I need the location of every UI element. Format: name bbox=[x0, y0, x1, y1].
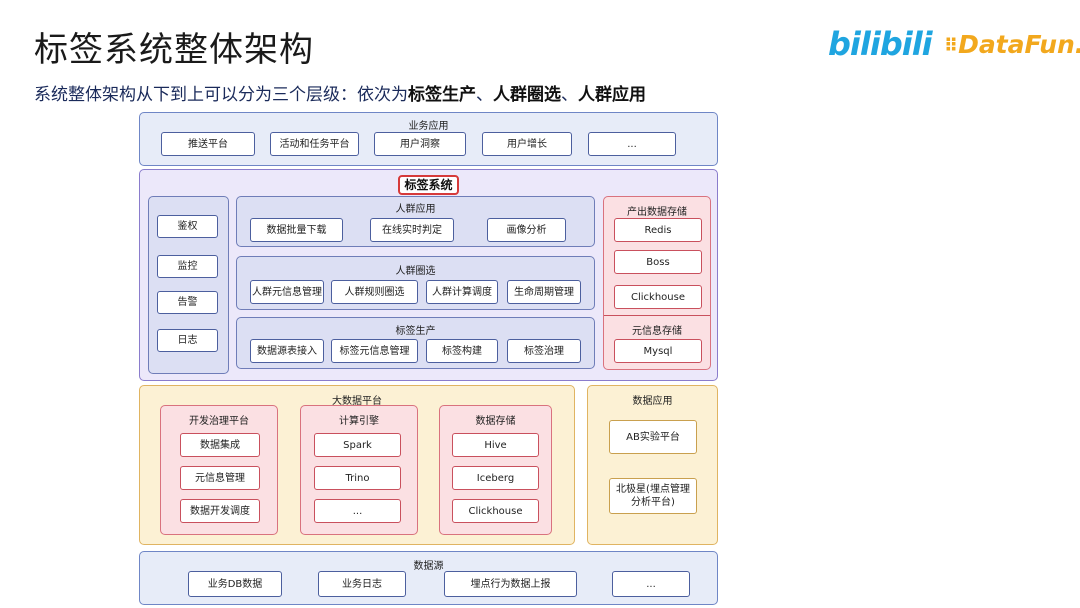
monitor-item[interactable]: 监控 bbox=[157, 255, 218, 278]
dev-item[interactable]: 数据集成 bbox=[180, 433, 260, 457]
data-source-item[interactable]: 业务DB数据 bbox=[188, 571, 282, 597]
biz-app-item[interactable]: 推送平台 bbox=[161, 132, 255, 156]
data-storage-item[interactable]: Iceberg bbox=[452, 466, 539, 490]
biz-app-item[interactable]: 活动和任务平台 bbox=[270, 132, 359, 156]
page-title: 标签系统整体架构 bbox=[34, 30, 314, 70]
tag-prod-title: 标签生产 bbox=[395, 326, 436, 337]
compute-item[interactable]: Trino bbox=[314, 466, 401, 490]
biz-app-item[interactable]: ... bbox=[588, 132, 676, 156]
tag-system-title-wrap: 标签系统 bbox=[139, 174, 718, 195]
biz-app-item[interactable]: 用户洞察 bbox=[374, 132, 466, 156]
crowd-app-item[interactable]: 画像分析 bbox=[487, 218, 566, 242]
data-source-item[interactable]: 业务日志 bbox=[318, 571, 406, 597]
data-source-item[interactable]: 埋点行为数据上报 bbox=[444, 571, 577, 597]
log-item[interactable]: 日志 bbox=[157, 329, 218, 352]
compute-item[interactable]: ... bbox=[314, 499, 401, 523]
crowd-select-title: 人群圈选 bbox=[395, 266, 436, 277]
output-storage-title: 产出数据存储 bbox=[627, 207, 687, 218]
data-source-item[interactable]: ... bbox=[612, 571, 690, 597]
subtitle-sep: 、 bbox=[476, 85, 493, 105]
data-app-title: 数据应用 bbox=[632, 396, 673, 407]
dev-item[interactable]: 元信息管理 bbox=[180, 466, 260, 490]
subtitle-tag-production: 标签生产 bbox=[408, 85, 476, 105]
datafun-dots-icon: ⠿ bbox=[944, 35, 959, 57]
bilibili-logo: bilibili bbox=[828, 25, 933, 63]
output-storage-item[interactable]: Redis bbox=[614, 218, 702, 242]
compute-title: 计算引擎 bbox=[339, 416, 379, 427]
data-app-item[interactable]: 北极星(埋点管理分析平台) bbox=[609, 478, 697, 514]
crowd-app-item[interactable]: 在线实时判定 bbox=[370, 218, 454, 242]
datafun-logo: ⠿DataFun. bbox=[944, 30, 1080, 59]
crowd-select-item[interactable]: 人群计算调度 bbox=[426, 280, 498, 304]
tag-prod-item[interactable]: 标签构建 bbox=[426, 339, 498, 363]
tag-system-title: 标签系统 bbox=[398, 175, 459, 195]
data-storage-title: 数据存储 bbox=[475, 416, 516, 427]
data-source-title: 数据源 bbox=[413, 561, 444, 572]
data-storage-item[interactable]: Clickhouse bbox=[452, 499, 539, 523]
auth-item[interactable]: 鉴权 bbox=[157, 215, 218, 238]
data-storage-item[interactable]: Hive bbox=[452, 433, 539, 457]
biz-app-title: 业务应用 bbox=[408, 121, 449, 132]
crowd-app-title: 人群应用 bbox=[395, 204, 436, 215]
biz-app-item[interactable]: 用户增长 bbox=[482, 132, 572, 156]
dev-item[interactable]: 数据开发调度 bbox=[180, 499, 260, 523]
dev-title: 开发治理平台 bbox=[189, 416, 249, 427]
output-storage-item[interactable]: Clickhouse bbox=[614, 285, 702, 309]
storage-divider bbox=[604, 315, 710, 316]
alert-item[interactable]: 告警 bbox=[157, 291, 218, 314]
compute-item[interactable]: Spark bbox=[314, 433, 401, 457]
data-app-item[interactable]: AB实验平台 bbox=[609, 420, 697, 454]
data-app-panel bbox=[587, 385, 718, 545]
subtitle-prefix: 系统整体架构从下到上可以分为三个层级：依次为 bbox=[34, 85, 408, 105]
crowd-select-item[interactable]: 人群规则圈选 bbox=[331, 280, 418, 304]
crowd-app-item[interactable]: 数据批量下载 bbox=[250, 218, 343, 242]
subtitle-crowd-app: 人群应用 bbox=[578, 85, 646, 105]
datafun-logo-text: DataFun. bbox=[958, 30, 1080, 59]
crowd-select-item[interactable]: 人群元信息管理 bbox=[250, 280, 324, 304]
meta-storage-title: 元信息存储 bbox=[632, 326, 682, 337]
page-subtitle: 系统整体架构从下到上可以分为三个层级：依次为标签生产、人群圈选、人群应用 bbox=[34, 80, 646, 105]
crowd-select-item[interactable]: 生命周期管理 bbox=[507, 280, 581, 304]
tag-prod-item[interactable]: 数据源表接入 bbox=[250, 339, 324, 363]
subtitle-sep: 、 bbox=[561, 85, 578, 105]
meta-storage-item[interactable]: Mysql bbox=[614, 339, 702, 363]
tag-prod-item[interactable]: 标签治理 bbox=[507, 339, 581, 363]
output-storage-item[interactable]: Boss bbox=[614, 250, 702, 274]
tag-prod-item[interactable]: 标签元信息管理 bbox=[331, 339, 418, 363]
subtitle-crowd-select: 人群圈选 bbox=[493, 85, 561, 105]
